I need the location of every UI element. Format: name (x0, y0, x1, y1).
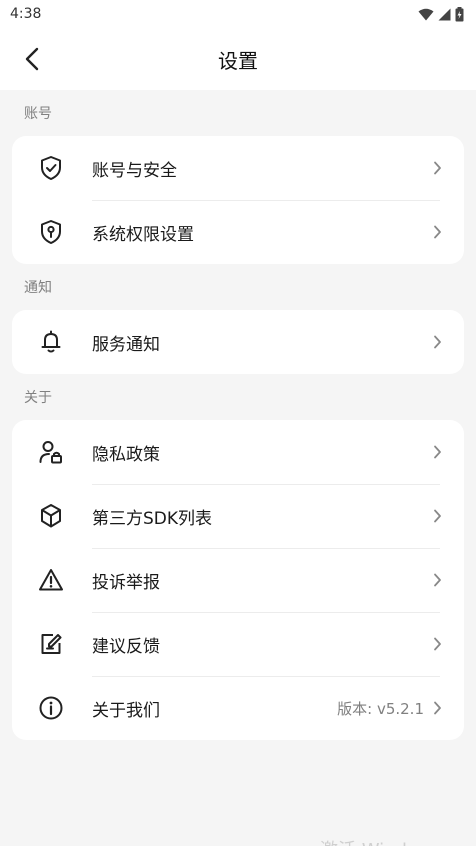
service-notification-row[interactable]: 服务通知 (12, 310, 464, 374)
row-label: 第三方SDK列表 (92, 508, 213, 529)
section-label-notify: 通知 (24, 280, 52, 296)
privacy-policy-row[interactable]: 隐私政策 (12, 420, 464, 484)
cube-icon (38, 503, 64, 529)
status-time: 4:38 (10, 6, 42, 22)
account-card: 账号与安全 系统权限设置 (12, 136, 464, 264)
row-label: 账号与安全 (92, 160, 177, 181)
section-label-about: 关于 (24, 390, 52, 406)
chevron-right-icon (430, 225, 444, 239)
activation-watermark: 激活 Windows (320, 836, 442, 846)
shield-key-icon (38, 219, 64, 245)
warning-icon (38, 567, 64, 593)
account-security-row[interactable]: 账号与安全 (12, 136, 464, 200)
chevron-right-icon (430, 573, 444, 587)
edit-note-icon (38, 631, 64, 657)
chevron-right-icon (430, 637, 444, 651)
version-value: 版本: v5.2.1 (337, 699, 424, 718)
back-arrow-icon (25, 47, 39, 71)
shield-check-icon (38, 155, 64, 181)
status-icons (418, 6, 464, 22)
wifi-icon (418, 8, 434, 20)
about-card: 隐私政策 第三方SDK列表 投诉举报 建议反馈 关于我们 版本: v5.2.1 (12, 420, 464, 740)
row-label: 关于我们 (92, 700, 160, 721)
row-label: 服务通知 (92, 334, 160, 355)
chevron-right-icon (430, 335, 444, 349)
system-permission-row[interactable]: 系统权限设置 (12, 200, 464, 264)
notify-card: 服务通知 (12, 310, 464, 374)
section-label-account: 账号 (24, 106, 52, 122)
row-label: 建议反馈 (92, 636, 160, 657)
row-label: 系统权限设置 (92, 224, 194, 245)
feedback-row[interactable]: 建议反馈 (12, 612, 464, 676)
third-party-sdk-row[interactable]: 第三方SDK列表 (12, 484, 464, 548)
row-label: 投诉举报 (92, 572, 160, 593)
info-icon (38, 695, 64, 721)
page-title: 设置 (218, 48, 258, 73)
chevron-right-icon (430, 161, 444, 175)
signal-icon (438, 8, 451, 20)
nav-bar: 设置 (0, 28, 476, 90)
back-button[interactable] (14, 41, 50, 77)
status-bar: 4:38 (0, 0, 476, 28)
battery-icon (455, 6, 464, 21)
user-lock-icon (38, 439, 64, 465)
about-us-row[interactable]: 关于我们 版本: v5.2.1 (12, 676, 464, 740)
chevron-right-icon (430, 701, 444, 715)
chevron-right-icon (430, 509, 444, 523)
bell-icon (38, 329, 64, 355)
chevron-right-icon (430, 445, 444, 459)
row-label: 隐私政策 (92, 444, 160, 465)
complaint-report-row[interactable]: 投诉举报 (12, 548, 464, 612)
